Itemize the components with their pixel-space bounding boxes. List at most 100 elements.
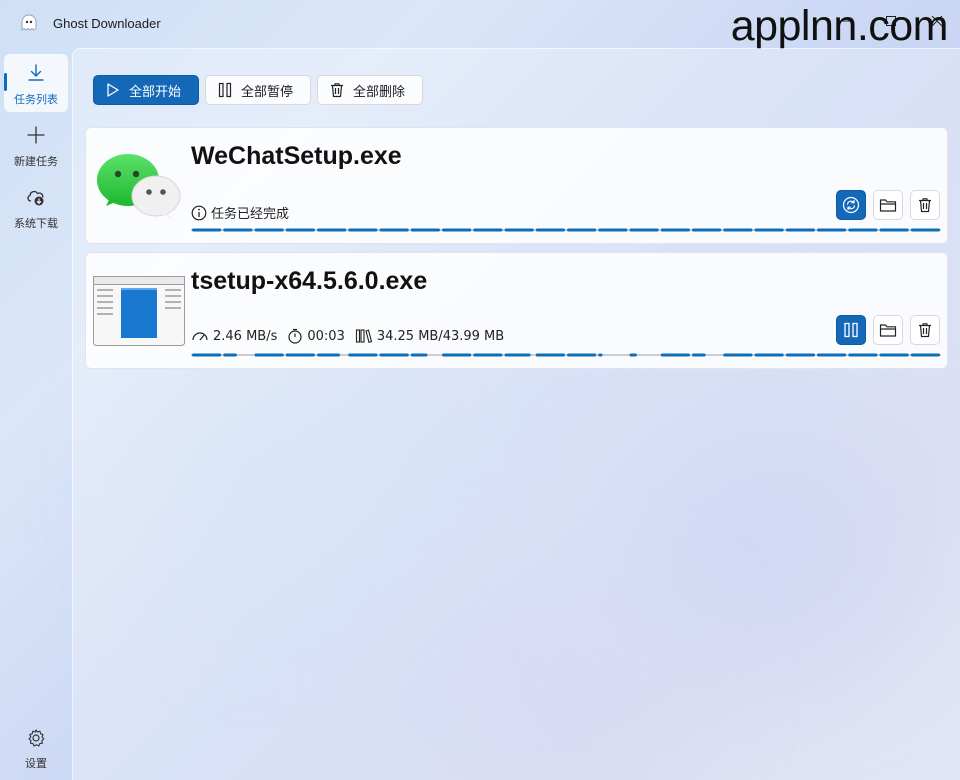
delete-task-button[interactable]	[910, 190, 940, 220]
pause-all-label: 全部暂停	[241, 83, 294, 99]
progress-segment	[192, 353, 222, 357]
open-folder-button[interactable]	[873, 190, 903, 220]
progress-segment	[504, 353, 531, 357]
progress-segment	[473, 353, 503, 357]
progress-segment	[442, 228, 472, 232]
status-segment: 任务已经完成	[191, 203, 289, 222]
time-text: 00:03	[307, 328, 345, 344]
speedometer-icon	[192, 332, 208, 341]
start-all-label: 全部开始	[129, 83, 182, 99]
progress-segment	[473, 228, 503, 232]
progress-segment	[817, 228, 847, 232]
pause-all-button[interactable]: 全部暂停	[205, 75, 311, 105]
folder-icon	[879, 324, 897, 337]
progress-segment	[535, 228, 565, 232]
progress-segment	[442, 353, 472, 357]
info-icon	[191, 205, 207, 220]
progress-segment	[567, 353, 597, 357]
restart-button[interactable]	[836, 190, 866, 220]
progress-segment	[692, 353, 706, 357]
progress-bar	[191, 353, 941, 357]
speed-segment: 2.46 MB/s	[191, 328, 277, 344]
pause-task-button[interactable]	[836, 315, 866, 345]
delete-all-label: 全部删除	[353, 83, 406, 99]
size-text: 34.25 MB/43.99 MB	[376, 328, 505, 344]
progress-segment	[910, 353, 940, 357]
sidebar-item-label: 任务列表	[14, 93, 58, 106]
progress-segment	[410, 228, 440, 232]
sidebar-item-system-download[interactable]: 系统下载	[4, 178, 68, 236]
sidebar-item-settings[interactable]: 设置	[4, 728, 68, 778]
progress-segment	[317, 353, 340, 357]
progress-segment	[379, 228, 409, 232]
progress-segment	[754, 353, 784, 357]
progress-segment	[192, 228, 222, 232]
progress-segment	[223, 228, 253, 232]
sidebar: 任务列表 新建任务 系统下载 设置	[0, 48, 72, 780]
progress-segment	[692, 228, 722, 232]
progress-segment	[223, 353, 237, 357]
progress-segment	[285, 228, 315, 232]
trash-icon	[919, 198, 931, 213]
status-text: 任务已经完成	[211, 207, 290, 222]
progress-segment	[567, 228, 597, 232]
progress-segment	[848, 228, 878, 232]
timer-icon	[288, 328, 302, 344]
cloud-download-icon	[25, 187, 47, 211]
sidebar-item-task-list[interactable]: 任务列表	[4, 54, 68, 112]
sidebar-item-new-task[interactable]: 新建任务	[4, 116, 68, 174]
active-indicator	[4, 73, 7, 91]
wechat-app-icon	[96, 150, 182, 226]
progress-segment	[254, 353, 284, 357]
sidebar-item-label: 系统下载	[14, 217, 58, 230]
progress-segment	[723, 353, 753, 357]
start-all-button[interactable]: 全部开始	[93, 75, 199, 105]
title-bar: Ghost Downloader applnn.com	[0, 0, 960, 50]
progress-segment	[348, 228, 378, 232]
time-segment: 00:03	[287, 328, 345, 344]
plus-icon	[26, 125, 46, 149]
progress-segment	[535, 353, 565, 357]
delete-all-button[interactable]: 全部删除	[317, 75, 423, 105]
progress-segment	[629, 353, 637, 357]
size-segment: 34.25 MB/43.99 MB	[355, 328, 504, 344]
progress-segment	[348, 353, 378, 357]
progress-segment	[817, 353, 847, 357]
status-line: 任务已经完成	[191, 203, 299, 222]
progress-segment	[660, 228, 690, 232]
installer-window-icon	[93, 276, 185, 350]
open-folder-button[interactable]	[873, 315, 903, 345]
progress-segment	[879, 228, 909, 232]
play-icon	[107, 83, 119, 97]
progress-segment	[504, 228, 534, 232]
progress-bar	[191, 228, 941, 232]
trash-icon	[919, 323, 931, 338]
app-title: Ghost Downloader	[53, 16, 161, 31]
progress-segment	[754, 228, 784, 232]
progress-segment	[285, 353, 315, 357]
progress-segment	[629, 228, 659, 232]
task-card: tsetup-x64.5.6.0.exe 2.46 MB/s 00:03 34.	[85, 252, 948, 369]
file-name: WeChatSetup.exe	[191, 142, 402, 170]
trash-icon	[331, 83, 343, 98]
download-icon	[26, 63, 46, 87]
task-card: WeChatSetup.exe 任务已经完成	[85, 127, 948, 244]
refresh-icon	[842, 196, 860, 214]
progress-segment	[785, 353, 815, 357]
progress-segment	[723, 228, 753, 232]
sidebar-item-label: 新建任务	[14, 155, 58, 168]
progress-segment	[785, 228, 815, 232]
progress-segment	[879, 353, 909, 357]
ghost-app-icon	[18, 12, 40, 34]
progress-segment	[317, 228, 347, 232]
progress-segment	[254, 228, 284, 232]
progress-segment	[598, 228, 628, 232]
progress-segment	[410, 353, 428, 357]
delete-task-button[interactable]	[910, 315, 940, 345]
progress-segment	[660, 353, 690, 357]
library-icon	[355, 329, 373, 344]
watermark-text: applnn.com	[730, 2, 949, 50]
status-line: 2.46 MB/s 00:03 34.25 MB/43.99 MB	[191, 328, 514, 344]
progress-segment	[910, 228, 940, 232]
pause-icon	[844, 322, 858, 338]
